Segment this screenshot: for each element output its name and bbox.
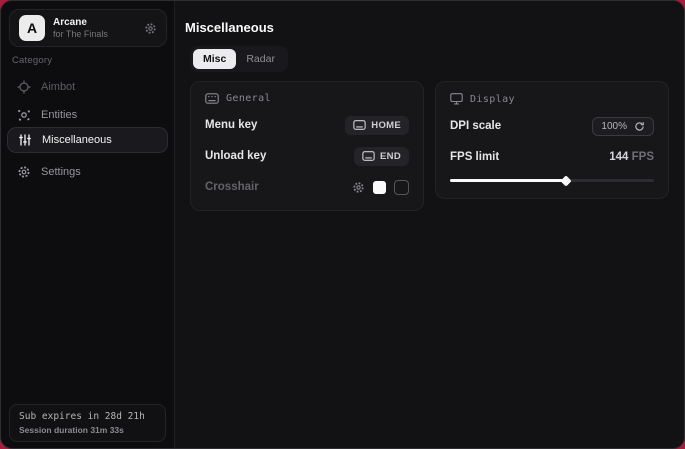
fps-number: 144 bbox=[609, 151, 628, 163]
display-panel-title: Display bbox=[470, 94, 515, 105]
general-panel-title: General bbox=[226, 93, 271, 104]
unload-key-row: Unload key END bbox=[205, 146, 409, 166]
general-panel: General Menu key HOME bbox=[190, 81, 424, 211]
unload-key-value: END bbox=[380, 151, 401, 162]
tab-bar: Misc Radar bbox=[190, 46, 288, 72]
unload-key-label: Unload key bbox=[205, 150, 266, 162]
brand-card: A Arcane for The Finals bbox=[9, 9, 167, 47]
brand-subtitle: for The Finals bbox=[53, 29, 144, 40]
fps-unit: FPS bbox=[632, 151, 654, 163]
fps-limit-slider[interactable] bbox=[450, 176, 654, 185]
brand-logo: A bbox=[19, 15, 45, 41]
slider-thumb[interactable] bbox=[561, 175, 572, 186]
dpi-scale-value: 100% bbox=[601, 121, 627, 132]
crosshair-row: Crosshair bbox=[205, 177, 409, 197]
entities-icon bbox=[17, 108, 31, 122]
crosshair-controls bbox=[352, 180, 409, 195]
general-panel-header: General bbox=[205, 93, 409, 104]
sidebar-item-label: Settings bbox=[41, 166, 81, 178]
panels-row: General Menu key HOME bbox=[190, 81, 669, 211]
keyboard-icon bbox=[362, 151, 375, 161]
menu-key-row: Menu key HOME bbox=[205, 115, 409, 135]
refresh-icon[interactable] bbox=[634, 121, 645, 132]
dpi-scale-control[interactable]: 100% bbox=[592, 117, 654, 136]
crosshair-color-swatch[interactable] bbox=[373, 181, 386, 194]
monitor-icon bbox=[450, 93, 463, 105]
menu-key-value: HOME bbox=[371, 120, 401, 131]
page-title: Miscellaneous bbox=[185, 20, 274, 35]
gear-icon[interactable] bbox=[144, 22, 157, 35]
keyboard-icon bbox=[353, 120, 366, 130]
keyboard-icon bbox=[205, 93, 219, 104]
tab-radar[interactable]: Radar bbox=[236, 49, 285, 69]
sidebar-item-aimbot[interactable]: Aimbot bbox=[7, 74, 168, 100]
sidebar: A Arcane for The Finals Category bbox=[1, 1, 175, 448]
sidebar-item-label: Entities bbox=[41, 109, 77, 121]
menu-key-label: Menu key bbox=[205, 119, 257, 131]
session-duration-text: Session duration 31m 33s bbox=[19, 424, 156, 436]
category-label: Category bbox=[12, 55, 52, 66]
subscription-info-card: Sub expires in 28d 21h Session duration … bbox=[9, 404, 166, 442]
dpi-scale-label: DPI scale bbox=[450, 120, 501, 132]
sidebar-item-entities[interactable]: Entities bbox=[7, 102, 168, 128]
display-panel-header: Display bbox=[450, 93, 654, 105]
sliders-icon bbox=[18, 133, 32, 147]
sidebar-item-label: Aimbot bbox=[41, 81, 75, 93]
sub-expires-text: Sub expires in 28d 21h bbox=[19, 410, 156, 424]
crosshair-checkbox[interactable] bbox=[394, 180, 409, 195]
tab-misc[interactable]: Misc bbox=[193, 49, 236, 69]
brand-text: Arcane for The Finals bbox=[53, 17, 144, 40]
display-panel: Display DPI scale 100% bbox=[435, 81, 669, 199]
fps-limit-row: FPS limit 144 FPS bbox=[450, 147, 654, 167]
fps-limit-label: FPS limit bbox=[450, 151, 499, 163]
main-content: Miscellaneous Misc Radar General bbox=[176, 1, 684, 448]
sidebar-item-label: Miscellaneous bbox=[42, 134, 112, 146]
menu-key-bind-button[interactable]: HOME bbox=[345, 116, 409, 135]
crosshair-label: Crosshair bbox=[205, 181, 259, 193]
gear-icon[interactable] bbox=[352, 181, 365, 194]
gear-icon bbox=[17, 165, 31, 179]
fps-slider-fill bbox=[450, 179, 566, 182]
fps-limit-value: 144 FPS bbox=[609, 151, 654, 163]
crosshair-icon bbox=[17, 80, 31, 94]
sidebar-item-miscellaneous[interactable]: Miscellaneous bbox=[7, 127, 168, 153]
sidebar-item-settings[interactable]: Settings bbox=[7, 159, 168, 185]
cheat-menu-window: A Arcane for The Finals Category bbox=[0, 0, 685, 449]
unload-key-bind-button[interactable]: END bbox=[354, 147, 409, 166]
dpi-scale-row: DPI scale 100% bbox=[450, 116, 654, 136]
brand-title: Arcane bbox=[53, 17, 144, 29]
